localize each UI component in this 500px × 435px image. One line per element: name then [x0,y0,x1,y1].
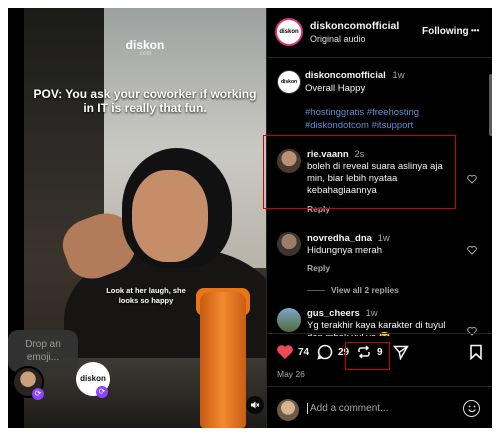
current-user-avatar [277,399,299,421]
comment-like-button[interactable] [467,245,477,255]
speaker-muted-icon [251,401,260,409]
view-replies-button[interactable]: View all 2 replies [307,285,399,295]
highlight-box-comment [263,135,456,209]
bookmark-icon [470,344,482,361]
mute-button[interactable] [246,396,264,414]
account-avatar[interactable]: diskon [275,18,303,46]
comment-bubble-icon [317,344,333,360]
comment-button[interactable] [317,344,333,360]
send-icon [392,345,409,361]
video-watermark-logo: diskon .com [125,38,165,57]
emoji-drop-bubble[interactable]: Drop an emoji... [8,330,78,372]
share-button[interactable] [392,344,409,361]
audio-link[interactable]: Original audio [310,34,366,44]
following-button[interactable]: Following [422,26,469,37]
reaction-badge-icon: ⟳ [96,386,108,398]
video-subtitle-text: Look at her laugh, she looks so happy [106,286,186,305]
likes-count: 74 [298,347,310,358]
comment-time: 1w [377,233,390,244]
like-button[interactable] [276,344,294,360]
emoji-drop-placeholder: Drop an emoji... [25,339,61,363]
comment-item: novredha_dna 1w Hidungnya merah Reply Vi… [267,230,492,300]
reaction-badge-icon: ⟳ [32,388,44,400]
heart-filled-icon [277,345,293,359]
comment-avatar[interactable] [277,308,301,332]
video-bottle [200,292,246,428]
post-viewer: diskon .com POV: You ask your coworker i… [8,8,492,428]
caption-avatar[interactable]: diskon [277,70,301,94]
caption-block: diskon diskoncomofficial 1w Overall Happ… [267,58,492,131]
caption-username[interactable]: diskoncomofficial [305,70,386,81]
post-header: diskon diskoncomofficial Original audio … [267,8,492,58]
heart-outline-icon [467,245,477,255]
comments-scrollbar[interactable] [489,64,492,328]
scrollbar-thumb[interactable] [489,74,492,136]
more-dots-icon: ••• [471,26,480,35]
caption-hashtags-1[interactable]: #hostinggratis #freehosting [305,107,419,118]
comment-header: novredha_dna 1w [307,233,390,244]
caption-time: 1w [392,70,405,81]
replies-divider [307,290,325,292]
highlight-box-repost [345,342,390,370]
emoji-button[interactable] [463,400,480,417]
more-options-button[interactable]: ••• [471,22,479,36]
video-person-face [132,170,208,262]
comment-composer: Add a comment... [267,386,492,428]
comment-username[interactable]: novredha_dna [307,233,372,244]
caption-hashtags-2[interactable]: #diskondotcom #itsupport [305,120,413,131]
video-caption-text: POV: You ask your coworker if working in… [33,87,257,115]
comment-header: gus_cheers 1w [307,308,378,319]
save-button[interactable] [469,344,483,361]
comment-item: gus_cheers 1w Yg terakhir kaya karakter … [267,306,492,336]
reply-button[interactable]: Reply [307,263,330,273]
comment-input[interactable]: Add a comment... [307,403,388,414]
smiley-icon [467,405,476,413]
comment-username[interactable]: gus_cheers [307,308,360,319]
caption-text: Overall Happy [305,83,366,94]
comment-text: Hidungnya merah [307,245,382,256]
caption-header: diskoncomofficial 1w [305,70,405,81]
post-date[interactable]: May 26 [277,369,305,379]
comment-avatar[interactable] [277,232,301,256]
comment-time: 1w [365,308,378,319]
account-username[interactable]: diskoncomofficial [310,20,399,32]
comment-like-button[interactable] [467,174,477,184]
heart-outline-icon [467,174,477,184]
